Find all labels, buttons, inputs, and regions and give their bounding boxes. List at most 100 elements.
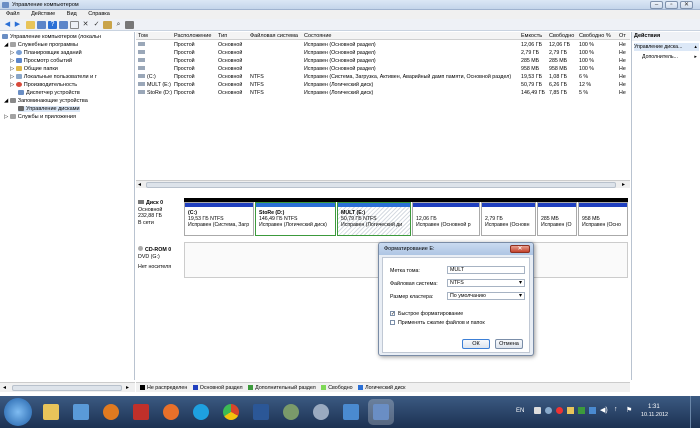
col-free-percent[interactable]: Свободно %: [579, 33, 611, 39]
language-indicator[interactable]: EN: [516, 408, 524, 414]
filesystem-select[interactable]: NTFS: [447, 279, 525, 287]
dialog-close-button[interactable]: ✕: [510, 245, 530, 253]
taskbar-media[interactable]: [68, 399, 94, 425]
partition-12gb[interactable]: 12,06 ГБ Исправен (Основной р: [412, 202, 480, 236]
delete-icon[interactable]: ✕: [81, 21, 90, 29]
col-capacity[interactable]: Емкость: [521, 33, 542, 39]
taskbar-explorer[interactable]: [38, 399, 64, 425]
show-pane-icon[interactable]: [59, 21, 68, 29]
network-icon[interactable]: ↑: [614, 406, 618, 413]
menu-file[interactable]: Файл: [6, 11, 20, 17]
ok-button[interactable]: ОК: [462, 339, 490, 349]
disk-icon[interactable]: [125, 21, 134, 29]
tree-item-device-manager[interactable]: Диспетчер устройств: [18, 90, 80, 96]
col-status[interactable]: Состояние: [304, 33, 331, 39]
tray-time[interactable]: 1:31: [648, 404, 660, 410]
start-button[interactable]: [4, 398, 32, 426]
check-icon[interactable]: ✓: [92, 21, 101, 29]
partition-958mb[interactable]: 958 МБ Исправен (Осно: [578, 202, 628, 236]
cluster-size-select[interactable]: По умолчанию: [447, 292, 525, 300]
taskbar-word[interactable]: [248, 399, 274, 425]
partition-e[interactable]: MULT (E:) 50,79 ГБ NTFS Исправен (Логиче…: [337, 202, 411, 236]
action-disk-management[interactable]: Управление диска... ▴: [634, 43, 699, 51]
help-icon[interactable]: ?: [48, 21, 57, 29]
col-fault-tolerance[interactable]: От: [619, 33, 626, 39]
table-row[interactable]: (C:) Простой Основной NTFS Исправен (Система…: [136, 73, 630, 81]
cancel-button[interactable]: Отмена: [495, 339, 523, 349]
disk0-label[interactable]: Диск 0 Основной 232,88 ГБ В сети: [138, 200, 183, 226]
table-row[interactable]: Простой Основной Исправен (Основной раздел…: [136, 49, 630, 57]
volume-list-scrollbar[interactable]: ◂ ▸: [136, 180, 630, 188]
minimize-button[interactable]: –: [650, 1, 663, 9]
tree-item-scheduler[interactable]: ▷ Планировщик заданий: [10, 50, 82, 56]
table-row[interactable]: Простой Основной Исправен (Основной раздел…: [136, 65, 630, 73]
table-row[interactable]: Простой Основной Исправен (Основной раздел…: [136, 41, 630, 49]
tree-item-root[interactable]: Управление компьютером (локальн: [2, 34, 101, 40]
menu-action[interactable]: Действие: [31, 11, 55, 17]
compression-checkbox[interactable]: [390, 320, 395, 325]
taskbar-app11[interactable]: [338, 399, 364, 425]
tree-item-shared-folders[interactable]: ▷ Общие папки: [10, 66, 58, 72]
show-desktop-button[interactable]: [690, 396, 700, 428]
taskbar-app9[interactable]: [278, 399, 304, 425]
volume-label-input[interactable]: MULT: [447, 266, 525, 274]
partition-285mb[interactable]: 285 МБ Исправен (О: [537, 202, 577, 236]
tray-icon-5[interactable]: [578, 407, 585, 414]
forward-arrow-icon[interactable]: ▶: [13, 21, 22, 29]
properties-icon[interactable]: [70, 21, 79, 29]
tray-icon-6[interactable]: [589, 407, 596, 414]
table-row[interactable]: MULT (E:) Простой Основной NTFS Исправен (Ло…: [136, 81, 630, 89]
table-row[interactable]: Простой Основной Исправен (Основной раздел…: [136, 57, 630, 65]
maximize-button[interactable]: ▫: [665, 1, 678, 9]
tree-item-event-viewer[interactable]: ▷ Просмотр событий: [10, 58, 72, 64]
quick-format-checkbox[interactable]: ✓: [390, 311, 395, 317]
scroll-right-arrow-icon[interactable]: ▸: [126, 384, 129, 391]
tree-item-performance[interactable]: ▷ Производительность: [10, 82, 77, 88]
col-type[interactable]: Тип: [218, 33, 227, 39]
flag-icon[interactable]: ⚑: [626, 406, 632, 414]
table-row[interactable]: StoRe (D:) Простой Основной NTFS Исправен (Л…: [136, 89, 630, 97]
tree-item-disk-management[interactable]: Управление дисками: [18, 106, 80, 112]
close-button[interactable]: ✕: [680, 1, 693, 9]
tree-item-services[interactable]: ▷ Службы и приложения: [4, 114, 76, 120]
taskbar-app10[interactable]: [308, 399, 334, 425]
scrollbar-thumb[interactable]: [12, 385, 122, 391]
col-free[interactable]: Свободно: [549, 33, 574, 39]
partition-d[interactable]: StoRe (D:) 146,49 ГБ NTFS Исправен (Логи…: [255, 202, 336, 236]
tree-item-system-tools[interactable]: ◢ Служебные программы: [4, 42, 78, 48]
col-volume[interactable]: Том: [138, 33, 148, 39]
tree-item-storage[interactable]: ◢ Запоминающие устройства: [4, 98, 88, 104]
tree-item-local-users[interactable]: ▷ Локальные пользователи и г: [10, 74, 97, 80]
menu-view[interactable]: Вид: [67, 11, 77, 17]
tray-date[interactable]: 10.11.2012: [641, 412, 668, 418]
tree-scrollbar[interactable]: ◂ ▸: [0, 382, 135, 392]
tray-icon-3[interactable]: [556, 407, 563, 414]
taskbar-skype[interactable]: [188, 399, 214, 425]
col-filesystem[interactable]: Файловая система: [250, 33, 298, 39]
col-layout[interactable]: Расположение: [174, 33, 211, 39]
open-icon[interactable]: [103, 21, 112, 29]
table-cell: Исправен (Логический диск): [304, 90, 374, 96]
action-more[interactable]: Дополнитель... ▸: [634, 53, 699, 61]
back-arrow-icon[interactable]: ◀: [3, 21, 12, 29]
volume-icon[interactable]: ◀): [600, 406, 608, 414]
menu-help[interactable]: Справка: [88, 11, 110, 17]
folder-icon[interactable]: [26, 21, 35, 29]
partition-c[interactable]: (C:) 19,53 ГБ NTFS Исправен (Система, За…: [184, 202, 254, 236]
taskbar-app3[interactable]: [98, 399, 124, 425]
taskbar-filezilla[interactable]: [128, 399, 154, 425]
search-icon[interactable]: ⌕: [114, 21, 123, 29]
scroll-right-arrow-icon[interactable]: ▸: [622, 181, 625, 188]
scroll-left-arrow-icon[interactable]: ◂: [3, 384, 6, 391]
tray-icon-2[interactable]: [545, 407, 552, 414]
tray-icon-1[interactable]: [534, 407, 541, 414]
console-icon[interactable]: [37, 21, 46, 29]
taskbar-chrome[interactable]: [218, 399, 244, 425]
tray-icon-4[interactable]: [567, 407, 574, 414]
partition-2gb[interactable]: 2,79 ГБ Исправен (Основн: [481, 202, 536, 236]
scroll-left-arrow-icon[interactable]: ◂: [138, 181, 141, 188]
taskbar-firefox[interactable]: [158, 399, 184, 425]
taskbar-computer-management[interactable]: [368, 399, 394, 425]
cdrom0-label[interactable]: CD-ROM 0 DVD (G:) Нет носителя: [138, 246, 183, 271]
scrollbar-thumb[interactable]: [146, 182, 616, 188]
